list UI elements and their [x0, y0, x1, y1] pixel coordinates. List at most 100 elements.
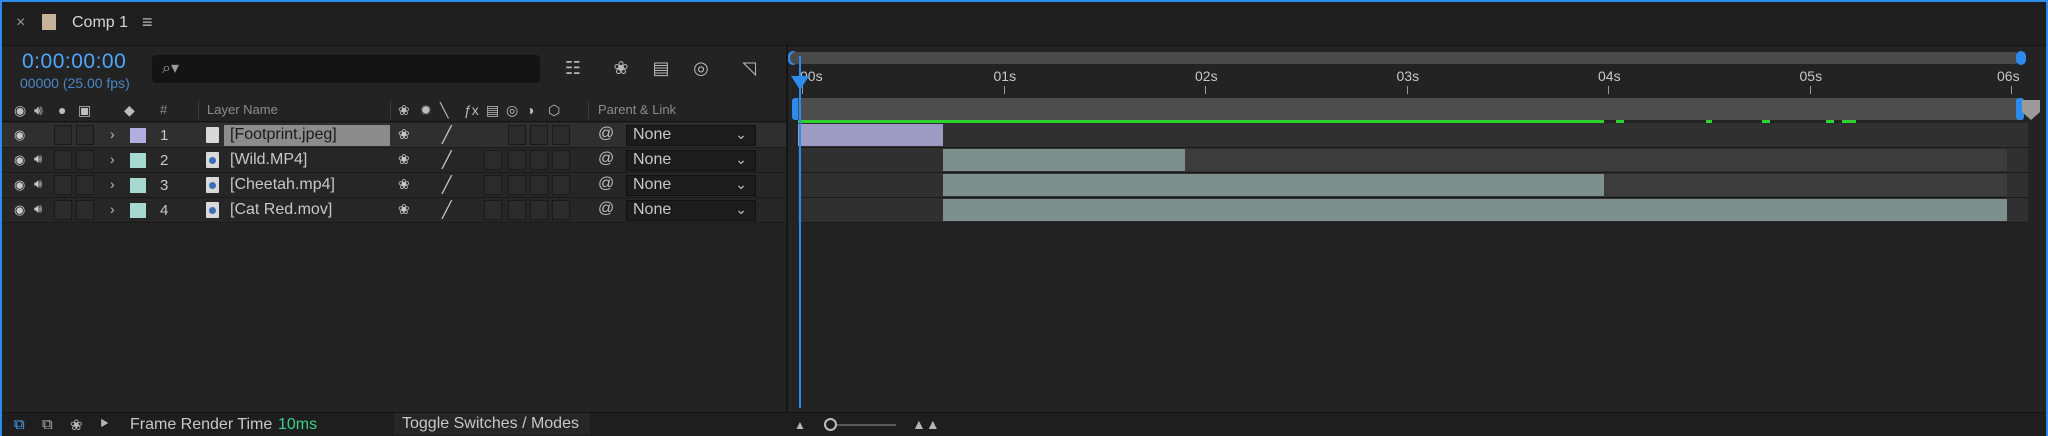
zoom-in-icon[interactable]: ▲▲ — [912, 416, 940, 432]
lock-toggle[interactable] — [76, 175, 94, 195]
layer-row[interactable]: ◉ 🔊︎ › 2 [Wild.MP4] ❀ ╱ @ None ⌄ — [2, 148, 786, 173]
visibility-eye-icon[interactable]: ◉ — [14, 152, 25, 168]
quality-switch-icon[interactable]: ╱ — [442, 175, 452, 195]
layer-switches-icon[interactable]: ⧉ — [14, 416, 25, 433]
visibility-eye-icon[interactable]: ◉ — [14, 177, 25, 193]
switch-cell[interactable] — [552, 175, 570, 195]
switch-cell[interactable] — [508, 175, 526, 195]
navigator-end-handle[interactable] — [2016, 51, 2026, 65]
time-navigator[interactable] — [790, 52, 2020, 64]
ruler-tick — [1205, 86, 1206, 94]
work-area-bar[interactable] — [798, 98, 2023, 120]
shy-switch-icon[interactable]: ❀ — [398, 176, 410, 193]
parent-dropdown[interactable]: None ⌄ — [626, 200, 756, 221]
parent-dropdown[interactable]: None ⌄ — [626, 175, 756, 196]
frame-blending-icon[interactable]: ▤ — [648, 56, 674, 80]
layer-label-color[interactable] — [130, 178, 146, 193]
solo-toggle[interactable] — [54, 125, 72, 145]
graph-editor-icon[interactable]: ◹ — [736, 56, 762, 80]
layer-label-color[interactable] — [130, 128, 146, 143]
layer-track[interactable] — [798, 123, 2028, 148]
switch-cell[interactable] — [530, 150, 548, 170]
motion-blur-icon[interactable]: ◎ — [688, 56, 714, 80]
switch-cell[interactable] — [508, 150, 526, 170]
expand-chevron-icon[interactable]: › — [110, 201, 115, 217]
solo-toggle[interactable] — [54, 200, 72, 220]
layer-row[interactable]: ◉ 🔊︎ › 4 [Cat Red.mov] ❀ ╱ @ None ⌄ — [2, 198, 786, 223]
layer-track[interactable] — [798, 198, 2028, 223]
quality-switch-icon[interactable]: ╱ — [442, 150, 452, 170]
layer-track[interactable] — [798, 173, 2028, 198]
column-parent-link[interactable]: Parent & Link — [598, 102, 676, 117]
layer-bar[interactable] — [943, 199, 2007, 221]
layer-row[interactable]: ◉ › 1 [Footprint.jpeg] ❀ ╱ @ None ⌄ — [2, 123, 786, 148]
layer-bar[interactable] — [943, 174, 1604, 196]
switch-cell[interactable] — [552, 150, 570, 170]
parent-pickwhip-icon[interactable]: @ — [598, 175, 614, 193]
switch-cell[interactable] — [530, 200, 548, 220]
audio-speaker-icon[interactable]: 🔊︎ — [34, 201, 42, 217]
switch-cell[interactable] — [484, 200, 502, 220]
timeline-area[interactable]: 00s 01s 02s 03s 04s 05s 06s — [786, 46, 2046, 416]
in-out-icon[interactable]: ❀ — [70, 416, 83, 434]
comp-flowchart-icon[interactable]: ☷ — [560, 56, 586, 80]
switch-cell[interactable] — [530, 175, 548, 195]
close-tab-icon[interactable]: × — [16, 14, 25, 32]
render-time-icon[interactable]: ⯈ — [98, 416, 110, 433]
shy-switch-icon[interactable]: ❀ — [398, 126, 410, 143]
layer-name[interactable]: [Cat Red.mov] — [224, 200, 338, 221]
layer-row[interactable]: ◉ 🔊︎ › 3 [Cheetah.mp4] ❀ ╱ @ None ⌄ — [2, 173, 786, 198]
solo-toggle[interactable] — [54, 150, 72, 170]
visibility-eye-icon[interactable]: ◉ — [14, 127, 25, 143]
layer-bar[interactable] — [943, 149, 1185, 171]
audio-speaker-icon[interactable]: 🔊︎ — [34, 176, 42, 192]
layer-bar[interactable] — [798, 124, 944, 146]
switch-cell[interactable] — [552, 125, 570, 145]
zoom-out-icon[interactable]: ▲ — [794, 418, 806, 432]
shy-layers-icon[interactable]: ❀ — [608, 56, 634, 80]
shy-switch-icon[interactable]: ❀ — [398, 201, 410, 218]
parent-value: None — [633, 151, 672, 168]
lock-toggle[interactable] — [76, 200, 94, 220]
panel-menu-icon[interactable]: ≡ — [142, 12, 153, 33]
quality-switch-icon[interactable]: ╱ — [442, 125, 452, 145]
layer-name[interactable]: [Cheetah.mp4] — [224, 175, 341, 196]
parent-dropdown[interactable]: None ⌄ — [626, 125, 756, 146]
column-layer-name[interactable]: Layer Name — [207, 102, 278, 117]
switch-cell[interactable] — [484, 175, 502, 195]
audio-speaker-icon[interactable]: 🔊︎ — [34, 151, 42, 167]
parent-pickwhip-icon[interactable]: @ — [598, 200, 614, 218]
switch-cell[interactable] — [530, 125, 548, 145]
parent-pickwhip-icon[interactable]: @ — [598, 125, 614, 143]
quality-switch-icon[interactable]: ╱ — [442, 200, 452, 220]
zoom-slider-handle[interactable] — [824, 418, 837, 431]
current-time-indicator[interactable] — [799, 56, 801, 408]
lock-toggle[interactable] — [76, 150, 94, 170]
lock-toggle[interactable] — [76, 125, 94, 145]
layer-search-field[interactable]: ⌕▾ — [152, 55, 540, 83]
layer-name[interactable]: [Footprint.jpeg] — [224, 125, 390, 146]
expand-chevron-icon[interactable]: › — [110, 126, 115, 142]
transfer-controls-icon[interactable]: ⧉ — [42, 416, 53, 433]
switch-cell[interactable] — [508, 200, 526, 220]
shy-switch-icon[interactable]: ❀ — [398, 151, 410, 168]
visibility-eye-icon[interactable]: ◉ — [14, 202, 25, 218]
layer-name[interactable]: [Wild.MP4] — [224, 150, 313, 171]
layer-track[interactable] — [798, 148, 2028, 173]
switch-cell[interactable] — [552, 200, 570, 220]
toggle-switches-modes-button[interactable]: Toggle Switches / Modes — [394, 413, 590, 435]
parent-dropdown[interactable]: None ⌄ — [626, 150, 756, 171]
layer-label-color[interactable] — [130, 203, 146, 218]
switch-cell[interactable] — [508, 125, 526, 145]
current-time-indicator-head[interactable] — [791, 76, 809, 90]
switch-cell[interactable] — [484, 150, 502, 170]
comp-tab-title[interactable]: Comp 1 — [72, 14, 128, 32]
layer-label-color[interactable] — [130, 153, 146, 168]
current-time-display[interactable]: 0:00:00:00 — [22, 50, 126, 74]
solo-toggle[interactable] — [54, 175, 72, 195]
time-ruler[interactable]: 00s 01s 02s 03s 04s 05s 06s — [790, 66, 2030, 96]
parent-pickwhip-icon[interactable]: @ — [598, 150, 614, 168]
expand-chevron-icon[interactable]: › — [110, 151, 115, 167]
expand-chevron-icon[interactable]: › — [110, 176, 115, 192]
zoom-slider[interactable] — [828, 424, 896, 426]
